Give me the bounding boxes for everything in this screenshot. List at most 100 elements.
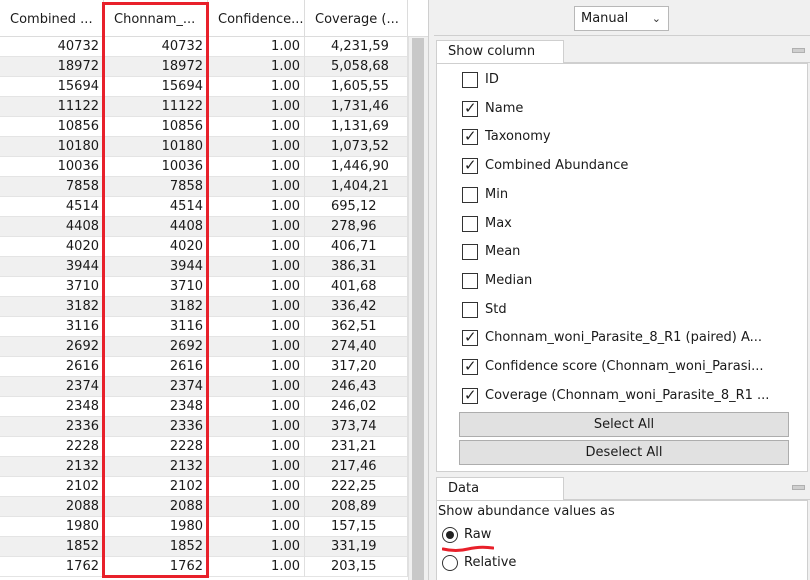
- table-row[interactable]: 4514 4514 1.00 695,12: [0, 197, 408, 217]
- table-row[interactable]: 7858 7858 1.00 1,404,21: [0, 177, 408, 197]
- table-row[interactable]: 2132 2132 1.00 217,46: [0, 457, 408, 477]
- table-row[interactable]: 15694 15694 1.00 1,605,55: [0, 77, 408, 97]
- table-row[interactable]: 1762 1762 1.00 203,15: [0, 557, 408, 577]
- table-cell: 3116: [0, 317, 104, 337]
- minimize-icon[interactable]: [792, 48, 805, 53]
- table-row[interactable]: 10180 10180 1.00 1,073,52: [0, 137, 408, 157]
- table-cell: 2348: [0, 397, 104, 417]
- table-cell: 406,71: [305, 237, 408, 257]
- table-row[interactable]: 4020 4020 1.00 406,71: [0, 237, 408, 257]
- table-row[interactable]: 1980 1980 1.00 157,15: [0, 517, 408, 537]
- select-all-button[interactable]: Select All: [459, 412, 789, 437]
- table-row[interactable]: 2228 2228 1.00 231,21: [0, 437, 408, 457]
- checkbox[interactable]: [462, 72, 478, 88]
- table-cell: 1.00: [208, 197, 305, 217]
- table-row[interactable]: 2336 2336 1.00 373,74: [0, 417, 408, 437]
- table-row[interactable]: 2374 2374 1.00 246,43: [0, 377, 408, 397]
- table-row[interactable]: 4408 4408 1.00 278,96: [0, 217, 408, 237]
- table-cell: 1.00: [208, 117, 305, 137]
- table-cell: 401,68: [305, 277, 408, 297]
- table-row[interactable]: 1852 1852 1.00 331,19: [0, 537, 408, 557]
- table-cell: 10180: [104, 137, 208, 157]
- table-cell: 1.00: [208, 277, 305, 297]
- table-row[interactable]: 10856 10856 1.00 1,131,69: [0, 117, 408, 137]
- table-row[interactable]: 2348 2348 1.00 246,02: [0, 397, 408, 417]
- column-header-coverage[interactable]: Coverage (...: [305, 0, 408, 37]
- minimize-icon[interactable]: [792, 485, 805, 490]
- table-cell: 18972: [0, 57, 104, 77]
- table-row[interactable]: 18972 18972 1.00 5,058,68: [0, 57, 408, 77]
- table-cell: 1,404,21: [305, 177, 408, 197]
- table-row[interactable]: 10036 10036 1.00 1,446,90: [0, 157, 408, 177]
- table-cell: 1.00: [208, 137, 305, 157]
- table-cell: 3116: [104, 317, 208, 337]
- column-header-confidence[interactable]: Confidence...: [208, 0, 305, 37]
- table-row[interactable]: 40732 40732 1.00 4,231,59: [0, 37, 408, 57]
- table-row[interactable]: 2692 2692 1.00 274,40: [0, 337, 408, 357]
- table-cell: 3944: [0, 257, 104, 277]
- table-cell: 2348: [104, 397, 208, 417]
- checkbox[interactable]: ✓: [462, 357, 478, 375]
- mode-dropdown[interactable]: Manual ⌄: [574, 6, 669, 31]
- column-toggle-label: Std: [485, 301, 507, 317]
- table-row[interactable]: 3710 3710 1.00 401,68: [0, 277, 408, 297]
- column-header-combined[interactable]: Combined ...: [0, 0, 104, 37]
- column-toggle-label: Combined Abundance: [485, 158, 629, 174]
- table-cell: 3710: [0, 277, 104, 297]
- table-cell: 1.00: [208, 517, 305, 537]
- table-cell: 4408: [0, 217, 104, 237]
- table-cell: 1.00: [208, 157, 305, 177]
- table-cell: 1.00: [208, 417, 305, 437]
- results-table: Combined ... Chonnam_... Confidence... C…: [0, 0, 428, 580]
- raw-radio-button[interactable]: [442, 527, 458, 543]
- column-toggle-label: Confidence score (Chonnam_woni_Parasi...: [485, 359, 764, 374]
- table-cell: 217,46: [305, 457, 408, 477]
- table-cell: 40732: [104, 37, 208, 57]
- table-cell: 4020: [0, 237, 104, 257]
- table-row[interactable]: 3116 3116 1.00 362,51: [0, 317, 408, 337]
- checkbox[interactable]: [462, 272, 478, 289]
- checkmark-icon: ✓: [464, 385, 477, 404]
- table-row[interactable]: 2102 2102 1.00 222,25: [0, 477, 408, 497]
- table-row[interactable]: 3944 3944 1.00 386,31: [0, 257, 408, 277]
- table-cell: 1852: [0, 537, 104, 557]
- checkbox[interactable]: ✓: [462, 99, 478, 117]
- table-cell: 274,40: [305, 337, 408, 357]
- column-toggle-label: Mean: [485, 244, 521, 260]
- checkbox[interactable]: [462, 301, 478, 318]
- checkbox[interactable]: ✓: [462, 156, 478, 175]
- checkbox[interactable]: ✓: [462, 328, 478, 347]
- checkbox[interactable]: [462, 244, 478, 261]
- checkbox[interactable]: [462, 186, 478, 203]
- column-toggle-label: Coverage (Chonnam_woni_Parasite_8_R1 ...: [485, 387, 770, 403]
- table-cell: 336,42: [305, 297, 408, 317]
- table-cell: 1,131,69: [305, 117, 408, 137]
- table-scroll-thumb[interactable]: [412, 38, 424, 580]
- table-cell: 331,19: [305, 537, 408, 557]
- table-cell: 317,20: [305, 357, 408, 377]
- table-cell: 386,31: [305, 257, 408, 277]
- checkbox[interactable]: [462, 215, 478, 232]
- column-header-chonnam[interactable]: Chonnam_...: [104, 0, 208, 37]
- table-cell: 1.00: [208, 77, 305, 97]
- table-row[interactable]: 2088 2088 1.00 208,89: [0, 497, 408, 517]
- table-row[interactable]: 2616 2616 1.00 317,20: [0, 357, 408, 377]
- table-cell: 1762: [0, 557, 104, 577]
- checkbox[interactable]: ✓: [462, 127, 478, 146]
- column-toggle-label: Taxonomy: [485, 129, 551, 145]
- table-cell: 1.00: [208, 217, 305, 237]
- table-cell: 222,25: [305, 477, 408, 497]
- deselect-all-button[interactable]: Deselect All: [459, 440, 789, 465]
- table-cell: 7858: [104, 177, 208, 197]
- relative-radio-button[interactable]: [442, 555, 458, 571]
- table-cell: 3710: [104, 277, 208, 297]
- table-cell: 1,446,90: [305, 157, 408, 177]
- checkbox[interactable]: ✓: [462, 386, 478, 404]
- table-cell: 1980: [104, 517, 208, 537]
- table-cell: 1.00: [208, 437, 305, 457]
- table-row[interactable]: 11122 11122 1.00 1,731,46: [0, 97, 408, 117]
- checkmark-icon: ✓: [464, 127, 477, 146]
- table-row[interactable]: 3182 3182 1.00 336,42: [0, 297, 408, 317]
- table-cell: 4408: [104, 217, 208, 237]
- table-cell: 10036: [104, 157, 208, 177]
